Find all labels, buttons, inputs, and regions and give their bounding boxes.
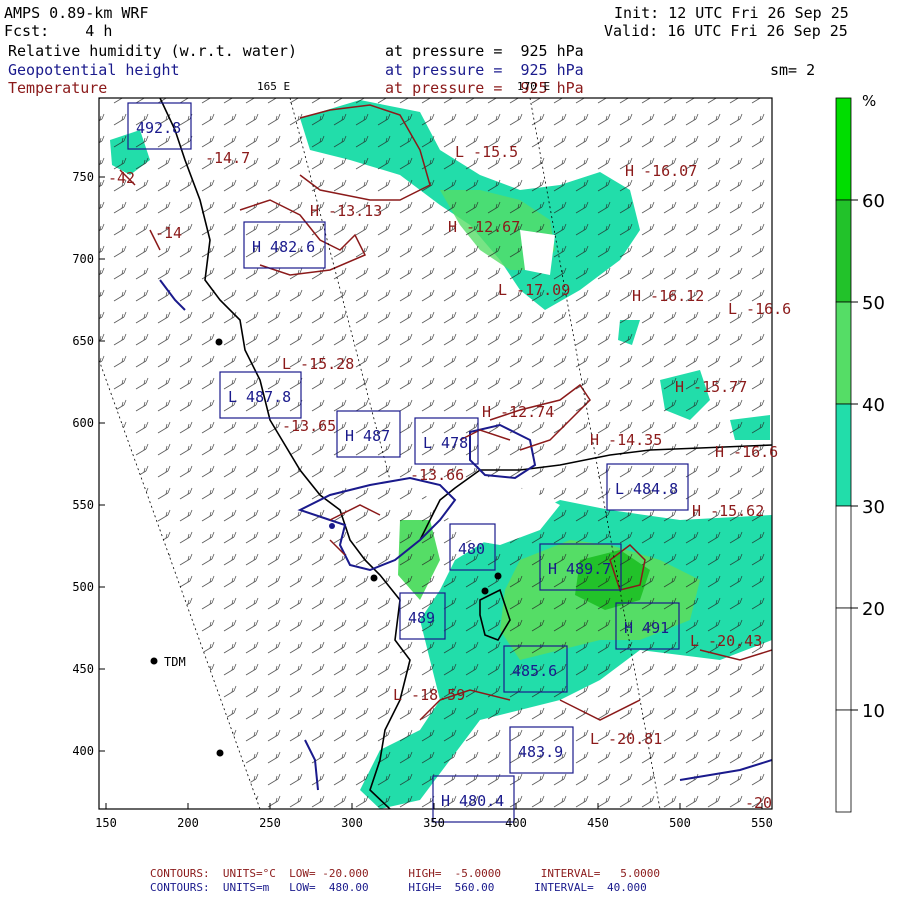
height-label: 485.6 (512, 662, 557, 680)
colorbar-label: 40 (862, 395, 885, 416)
footer-height-contours: CONTOURS: UNITS=m LOW= 480.00 HIGH= 560.… (150, 881, 647, 894)
colorbar-band (835, 505, 852, 609)
colorbar-label: 10 (862, 701, 885, 722)
footer-height-high: HIGH= 560.00 (408, 881, 495, 894)
y-tick-label: 400 (72, 744, 94, 758)
colorbar-label: 20 (862, 599, 885, 620)
temperature-label: L -15.5 (455, 143, 518, 161)
y-tick-label: 450 (72, 662, 94, 676)
footer-height-low: LOW= 480.00 (289, 881, 369, 894)
temperature-label: L -18.59 (393, 686, 465, 704)
temperature-label: H -16.07 (625, 162, 697, 180)
height-label: L 478 (423, 434, 468, 452)
height-label: 483.9 (518, 743, 563, 761)
temperature-label: L -20.43 (690, 632, 762, 650)
temperature-label: H -15.77 (675, 378, 747, 396)
x-tick-label: 500 (669, 816, 691, 830)
temperature-label: H -15.62 (692, 502, 764, 520)
station-dot (481, 587, 489, 595)
station-dot (494, 572, 502, 580)
colorbar-band (835, 403, 852, 507)
colorbar-label: 30 (862, 497, 885, 518)
height-label: L 484.8 (615, 480, 678, 498)
y-tick-label: 600 (72, 416, 94, 430)
height-label: H 491 (624, 619, 669, 637)
colorbar-band (835, 199, 852, 303)
station-label-tdm: TDM (164, 655, 186, 669)
footer-temp-contours: CONTOURS: UNITS=°C LOW= -20.000 HIGH= -5… (150, 867, 660, 880)
temperature-label: L -20.81 (590, 730, 662, 748)
height-label: H 489.7 (548, 560, 611, 578)
x-tick-label: 550 (751, 816, 773, 830)
temperature-label: -13.66 (410, 466, 464, 484)
station-dot (329, 523, 335, 529)
footer-height-label: CONTOURS: (150, 881, 210, 894)
station-dot (370, 574, 378, 582)
y-tick-label: 550 (72, 498, 94, 512)
x-tick-label: 300 (341, 816, 363, 830)
colorbar-band (835, 97, 852, 201)
temperature-label: H -16.12 (632, 287, 704, 305)
x-tick-label: 250 (259, 816, 281, 830)
temperature-label: -13.65 (282, 417, 336, 435)
height-label: H 487 (345, 427, 390, 445)
height-label: 489 (408, 609, 435, 627)
temperature-label: H -13.13 (310, 202, 382, 220)
temperature-label: H -12.67 (448, 218, 520, 236)
colorbar-label: 60 (862, 191, 885, 212)
footer-height-units: UNITS=m (222, 881, 270, 894)
footer-height-interval: INTERVAL= 40.000 (534, 881, 647, 894)
height-label: L 487.8 (228, 388, 291, 406)
x-tick-label: 450 (587, 816, 609, 830)
temperature-label: H -12.74 (482, 403, 554, 421)
x-tick-label: 200 (177, 816, 199, 830)
temperature-label: -20 (745, 794, 772, 812)
y-tick-label: 750 (72, 170, 94, 184)
temperature-label: -14.7 (205, 149, 250, 167)
x-tick-label: 150 (95, 816, 117, 830)
height-label: H 480.4 (441, 792, 504, 810)
station-dot-tdm (150, 657, 158, 665)
temperature-label: H -16.6 (715, 443, 778, 461)
map-figure: TDM 492.8 H 482.6 L 487.8 H 487 L 478 L 484.8… (72, 92, 885, 830)
footer-temp-label: CONTOURS: (150, 867, 210, 880)
x-tick-label: 400 (505, 816, 527, 830)
footer-temp-units: UNITS=°C (222, 867, 276, 880)
colorbar-band (835, 607, 852, 711)
temperature-label: L -17.09 (498, 281, 570, 299)
temperature-label: L -16.6 (728, 300, 791, 318)
station-dot (216, 749, 224, 757)
y-tick-label: 700 (72, 252, 94, 266)
colorbar-band (835, 709, 852, 813)
height-label: 492.8 (136, 119, 181, 137)
height-label: 480 (458, 540, 485, 558)
rh-clearing (520, 230, 555, 275)
temperature-label: L -15.28 (282, 355, 354, 373)
station-dot (215, 338, 223, 346)
colorbar-unit: % (862, 92, 876, 110)
temperature-label: -14 (155, 224, 182, 242)
y-tick-label: 500 (72, 580, 94, 594)
temperature-label: -42 (108, 169, 135, 187)
y-tick-label: 650 (72, 334, 94, 348)
height-label: H 482.6 (252, 238, 315, 256)
footer-temp-low: LOW= -20.000 (289, 867, 369, 880)
temperature-label: H -14.35 (590, 431, 662, 449)
footer-temp-interval: INTERVAL= 5.0000 (540, 867, 661, 880)
footer-temp-high: HIGH= -5.0000 (408, 867, 502, 880)
x-tick-label: 350 (423, 816, 445, 830)
colorbar: % 60 50 40 30 20 10 (835, 92, 885, 813)
colorbar-band (835, 301, 852, 405)
colorbar-label: 50 (862, 293, 885, 314)
